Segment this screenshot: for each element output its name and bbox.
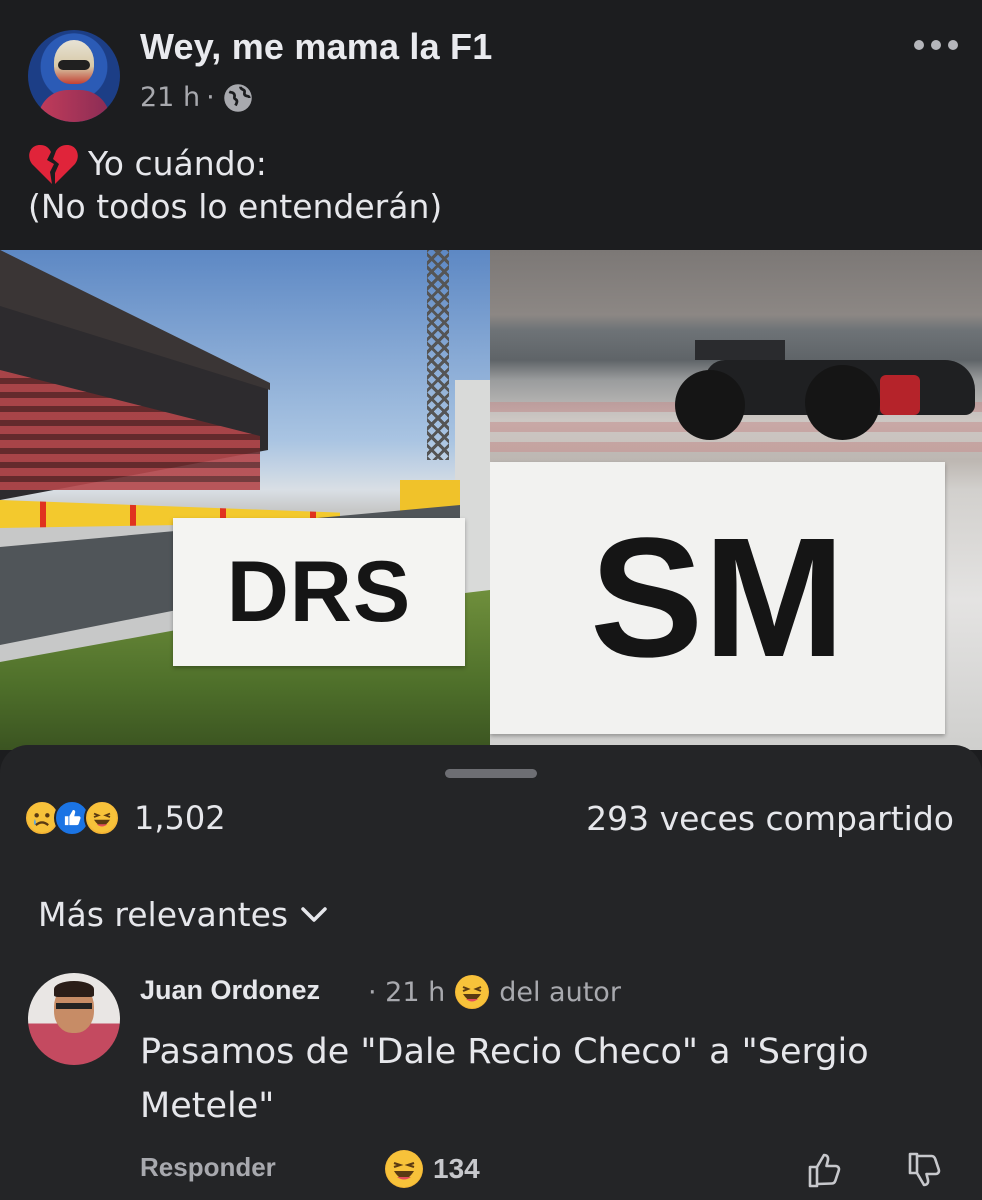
comment-reactions[interactable]: 134 — [385, 1150, 480, 1188]
comment-author-avatar[interactable] — [28, 973, 120, 1065]
comment-meta: · 21 h del autor — [368, 975, 621, 1009]
comment-reaction-count: 134 — [433, 1153, 480, 1184]
broken-heart-icon — [29, 145, 78, 184]
more-options-icon[interactable] — [914, 30, 958, 60]
comment-actions: Responder 134 — [140, 1150, 960, 1190]
comment-author-name[interactable]: Juan Ordonez — [140, 975, 320, 1006]
chevron-down-icon — [301, 906, 327, 922]
post-meta: 21 h · — [140, 82, 253, 113]
race-car — [675, 320, 982, 450]
comment-sort-dropdown[interactable]: Más relevantes — [38, 895, 328, 934]
haha-reaction-icon — [385, 1150, 423, 1188]
globe-icon — [223, 83, 252, 112]
post-image[interactable]: DRS SM — [0, 250, 982, 750]
post-text-line-2: (No todos lo entenderán) — [28, 187, 443, 226]
page-name[interactable]: Wey, me mama la F1 — [140, 26, 492, 68]
page-avatar[interactable] — [28, 30, 120, 122]
sm-sign: SM — [490, 462, 945, 734]
comment-text: Pasamos de "Dale Recio Checo" a "Sergio … — [140, 1032, 869, 1126]
author-badge-icon — [455, 975, 490, 1009]
meta-separator: · — [206, 82, 215, 113]
light-tower — [427, 250, 449, 460]
thumbs-down-icon[interactable] — [905, 1150, 945, 1190]
meme-right-panel: SM — [490, 250, 982, 750]
post-text-main: Yo cuándo: — [88, 144, 267, 183]
reaction-summary[interactable]: 1,502 — [24, 799, 226, 837]
haha-reaction-icon — [84, 800, 120, 836]
thumbs-up-icon[interactable] — [805, 1150, 845, 1190]
avatar-suit — [38, 90, 110, 122]
author-badge-label: del autor — [499, 976, 621, 1008]
reaction-count: 1,502 — [134, 799, 226, 837]
share-count[interactable]: 293 veces compartido — [586, 799, 954, 838]
drs-sign: DRS — [173, 518, 465, 666]
sort-label: Más relevantes — [38, 895, 289, 934]
meme-left-panel: DRS — [0, 250, 490, 750]
avatar-visor — [58, 60, 90, 70]
post-header: Wey, me mama la F1 21 h · Yo cuándo: (No… — [0, 0, 982, 250]
comments-sheet: 1,502 293 veces compartido Más relevante… — [0, 745, 982, 1200]
sheet-drag-handle[interactable] — [445, 769, 537, 778]
post-text-line-1: Yo cuándo: — [28, 142, 442, 186]
post-time[interactable]: 21 h — [140, 82, 200, 113]
reply-button[interactable]: Responder — [140, 1152, 276, 1183]
comment-time: · 21 h — [368, 976, 446, 1008]
post-text: Yo cuándo: (No todos lo entenderán) — [28, 142, 442, 228]
